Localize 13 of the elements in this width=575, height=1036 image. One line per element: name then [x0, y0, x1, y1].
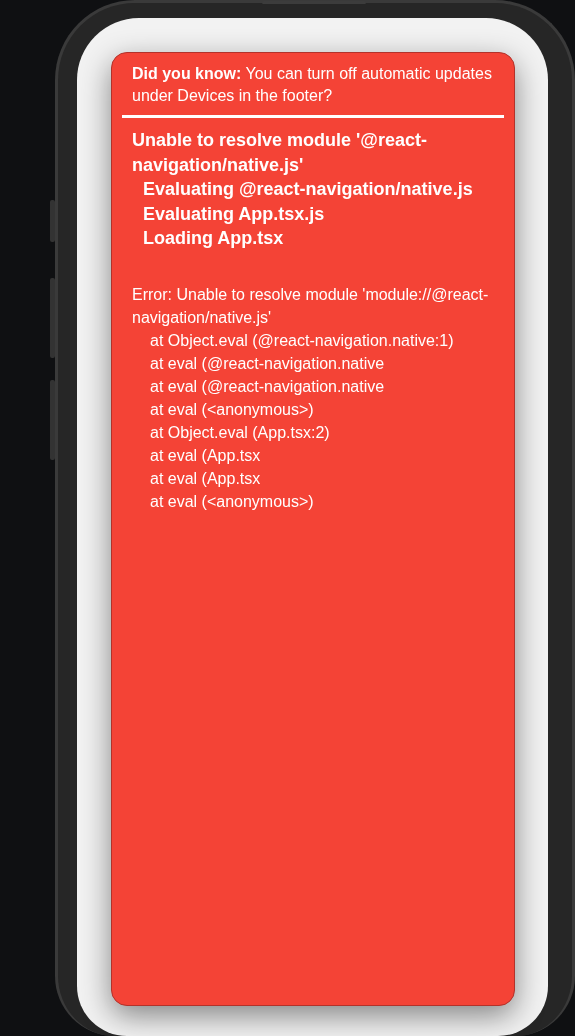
stack-line: at eval (@react-navigation.native	[149, 376, 386, 397]
stack-line: at eval (App.tsx	[149, 468, 262, 489]
trace-line: Evaluating App.tsx.js	[142, 202, 326, 226]
stack-line: at eval (App.tsx	[149, 445, 262, 466]
trace-line: Evaluating @react-navigation/native.js	[142, 178, 474, 201]
stack-line: at eval (<anonymous>)	[149, 491, 315, 512]
stack-line: at Object.eval (@react-navigation.native:1)	[149, 330, 455, 351]
stack-line: at Object.eval (App.tsx:2)	[149, 422, 331, 443]
stack-line: at eval (@react-navigation.native	[149, 353, 386, 374]
error-heading: Unable to resolve module '@react-navigation/native.js'	[131, 129, 428, 177]
tip-text: Did you know: You can turn off automatic updates under Devices in the footer?	[131, 64, 493, 106]
trace-line: Loading App.tsx	[142, 227, 285, 250]
stack-line: at eval (<anonymous>)	[149, 399, 315, 420]
